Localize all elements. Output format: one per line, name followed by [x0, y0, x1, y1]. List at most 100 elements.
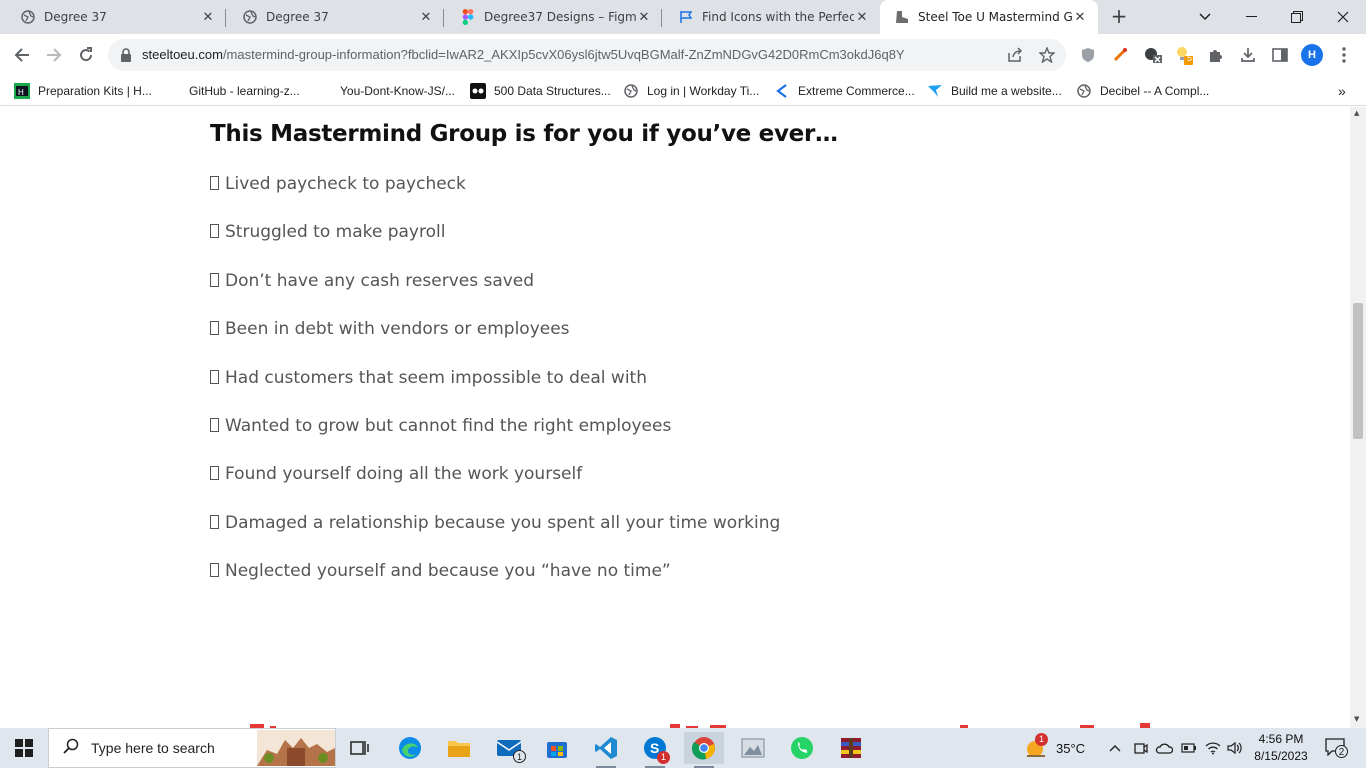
- bookmark-workday[interactable]: Log in | Workday Ti...: [623, 82, 759, 100]
- bookmark-label: GitHub - learning-z...: [189, 84, 300, 98]
- search-icon: [63, 738, 79, 758]
- bookmarks-bar: H Preparation Kits | H... GitHub - learn…: [0, 76, 1366, 106]
- globe-icon: [623, 83, 639, 99]
- scroll-up-arrow-icon[interactable]: ▲: [1354, 109, 1359, 117]
- weather-badge: 1: [1035, 733, 1048, 746]
- list-item: Neglected yourself and because you “have…: [210, 561, 671, 581]
- new-tab-button[interactable]: +: [1108, 6, 1130, 28]
- mail-badge: 1: [513, 750, 526, 763]
- lock-icon[interactable]: [120, 47, 132, 66]
- weather-widget[interactable]: 1 35°C: [1024, 728, 1085, 768]
- tab-figma[interactable]: Degree37 Designs – Figma ✕: [440, 0, 662, 34]
- tab-title: Degree 37: [44, 10, 107, 24]
- list-item-text: Had customers that seem impossible to de…: [225, 368, 647, 388]
- scroll-down-arrow-icon[interactable]: ▼: [1354, 715, 1359, 723]
- address-bar[interactable]: steeltoeu.com/mastermind-group-informati…: [108, 39, 1066, 71]
- minimize-button[interactable]: [1228, 0, 1274, 34]
- close-tab-icon[interactable]: ✕: [636, 9, 652, 25]
- extensions-puzzle-icon[interactable]: [1206, 45, 1226, 65]
- forward-button[interactable]: [41, 42, 67, 68]
- bookmark-label: Log in | Workday Ti...: [647, 84, 760, 98]
- color-picker-extension-icon[interactable]: [1110, 45, 1130, 65]
- taskbar-search-box[interactable]: Type here to search: [48, 728, 336, 768]
- close-tab-icon[interactable]: ✕: [854, 9, 870, 25]
- bookmark-preparation-kits[interactable]: H Preparation Kits | H...: [14, 82, 152, 100]
- volume-icon[interactable]: [1227, 728, 1243, 768]
- download-icon[interactable]: [1238, 45, 1258, 65]
- globe-extension-icon[interactable]: [1143, 45, 1163, 65]
- tab-steeltoe-active[interactable]: Steel Toe U Mastermind Grou ✕: [880, 0, 1098, 34]
- list-item: Found yourself doing all the work yourse…: [210, 464, 582, 484]
- search-highlight-illustration-icon: [257, 730, 335, 768]
- microsoft-store-icon[interactable]: [537, 732, 577, 764]
- page-heading: This Mastermind Group is for you if you’…: [210, 121, 838, 147]
- bookmark-extreme-commerce[interactable]: Extreme Commerce...: [774, 82, 915, 100]
- bookmark-github[interactable]: GitHub - learning-z...: [189, 82, 300, 100]
- back-button[interactable]: [9, 42, 35, 68]
- winrar-icon[interactable]: [831, 732, 871, 764]
- scrollbar-thumb[interactable]: [1353, 303, 1363, 439]
- windows-taskbar: Type here to search 1 S 1 1 35°C 4:56 PM…: [0, 728, 1366, 768]
- temperature-label: 35°C: [1056, 740, 1086, 756]
- bookmark-you-dont-know-js[interactable]: You-Dont-Know-JS/...: [340, 82, 455, 100]
- bookmark-decibel[interactable]: Decibel -- A Compl...: [1076, 82, 1209, 100]
- share-icon[interactable]: [1007, 47, 1023, 63]
- tab-degree37-1[interactable]: Degree 37 ✕: [0, 0, 226, 34]
- kebab-menu-icon[interactable]: [1334, 45, 1354, 65]
- list-item-text: Wanted to grow but cannot find the right…: [225, 416, 672, 436]
- bookmark-build-website[interactable]: Build me a website...: [927, 82, 1062, 100]
- tab-title: Find Icons with the Perfect Lo: [702, 10, 854, 24]
- checkbox-glyph-icon: [210, 176, 219, 190]
- hackerrank-icon: H: [14, 83, 30, 99]
- checkbox-glyph-icon: [210, 418, 219, 432]
- vscode-icon[interactable]: [586, 732, 626, 768]
- image-viewer-icon[interactable]: [733, 732, 773, 764]
- battery-icon[interactable]: [1181, 728, 1197, 768]
- task-view-icon[interactable]: [340, 732, 380, 764]
- edge-browser-icon[interactable]: [390, 732, 430, 764]
- bookmark-data-structures[interactable]: 500 Data Structures...: [470, 82, 611, 100]
- file-explorer-icon[interactable]: [439, 732, 479, 764]
- show-hidden-icons-chevron-icon[interactable]: [1108, 728, 1122, 768]
- restore-button[interactable]: [1274, 0, 1320, 34]
- list-item-text: Damaged a relationship because you spent…: [225, 513, 781, 533]
- list-item: Don’t have any cash reserves saved: [210, 271, 534, 291]
- page-scrollbar[interactable]: ▲ ▼: [1350, 107, 1366, 728]
- close-tab-icon[interactable]: ✕: [1072, 9, 1088, 25]
- mail-icon[interactable]: 1: [489, 732, 529, 764]
- list-item: Wanted to grow but cannot find the right…: [210, 416, 671, 436]
- system-clock[interactable]: 4:56 PM 8/15/2023: [1246, 731, 1316, 765]
- notification-center-icon[interactable]: 2: [1325, 728, 1348, 768]
- close-window-button[interactable]: [1320, 0, 1366, 34]
- windows-start-button[interactable]: [0, 728, 48, 768]
- bird-icon: [927, 83, 943, 99]
- svg-text:H: H: [18, 88, 24, 97]
- chrome-icon[interactable]: [684, 732, 724, 768]
- tab-degree37-2[interactable]: Degree 37 ✕: [222, 0, 444, 34]
- shield-extension-icon[interactable]: [1078, 45, 1098, 65]
- checkbox-glyph-icon: [210, 563, 219, 577]
- whatsapp-icon[interactable]: [782, 732, 822, 764]
- more-bookmarks-chevron-icon[interactable]: »: [1338, 82, 1346, 100]
- data-icon: [470, 83, 486, 99]
- next-section-heading-peek: [250, 723, 1150, 728]
- list-item: Damaged a relationship because you spent…: [210, 513, 780, 533]
- close-tab-icon[interactable]: ✕: [200, 9, 216, 25]
- url-text[interactable]: steeltoeu.com/mastermind-group-informati…: [142, 47, 905, 62]
- profile-avatar[interactable]: H: [1301, 44, 1323, 66]
- wifi-icon[interactable]: [1205, 728, 1221, 768]
- close-tab-icon[interactable]: ✕: [418, 9, 434, 25]
- extension-badge-count: 5: [1187, 53, 1193, 63]
- reload-button[interactable]: [73, 42, 99, 68]
- tab-search-icon[interactable]: [1182, 0, 1228, 34]
- notification-bubble: 2: [1325, 738, 1348, 758]
- onedrive-cloud-icon[interactable]: [1155, 728, 1173, 768]
- meet-now-icon[interactable]: [1134, 728, 1148, 768]
- side-panel-icon[interactable]: [1270, 45, 1290, 65]
- lightbulb-extension-icon[interactable]: 5: [1174, 45, 1194, 65]
- skype-icon[interactable]: S 1: [635, 732, 675, 768]
- ec-icon: [774, 83, 790, 99]
- bookmark-star-icon[interactable]: [1038, 46, 1056, 64]
- skype-badge: 1: [657, 751, 670, 764]
- tab-find-icons[interactable]: Find Icons with the Perfect Lo ✕: [658, 0, 880, 34]
